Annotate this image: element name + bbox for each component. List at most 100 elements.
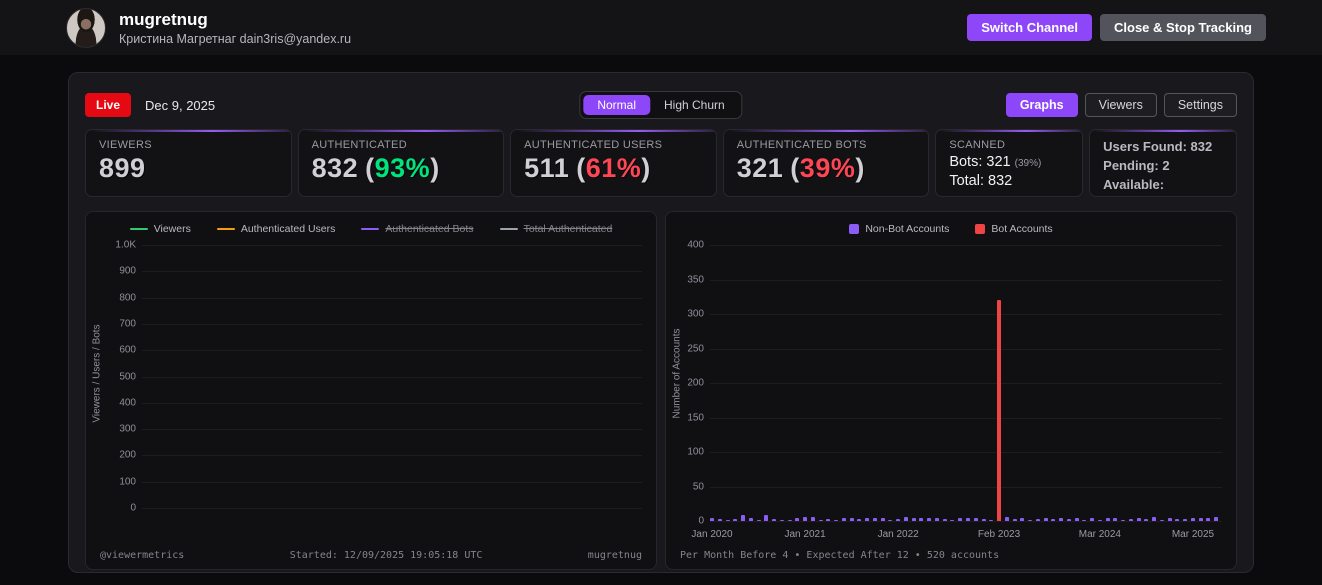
bar-non-bot — [1214, 516, 1219, 521]
y-tick-label: 500 — [119, 371, 136, 382]
legend-line-swatch — [216, 228, 235, 230]
auth-users-pct: 61% — [585, 153, 642, 183]
mode-high-churn-button[interactable]: High Churn — [650, 95, 739, 115]
gridline — [142, 455, 642, 457]
y-tick-label: 200 — [119, 449, 136, 461]
bar-non-bot — [888, 519, 893, 521]
legend-item-viewers[interactable]: Viewers — [129, 223, 191, 235]
bar-non-bot — [764, 515, 769, 521]
legend-item-bot-accounts[interactable]: Bot Accounts — [975, 223, 1053, 235]
bar-non-bot — [872, 518, 877, 521]
legend-label: Viewers — [153, 223, 191, 235]
gridline — [142, 508, 642, 509]
bar-non-bot — [973, 518, 978, 521]
panel-toolbar: Live Dec 9, 2025 Normal High Churn Graph… — [85, 91, 1237, 119]
gridline — [142, 323, 642, 325]
authenticated-count: 832 — [311, 153, 359, 183]
watermark-channel: mugretnug — [587, 550, 642, 561]
scanned-total-label: Total: — [949, 173, 984, 189]
gridline — [142, 376, 642, 378]
legend-square-swatch — [849, 224, 860, 234]
y-tick-label: 350 — [687, 274, 704, 285]
mode-normal-button[interactable]: Normal — [583, 95, 650, 115]
y-tick-label: 50 — [692, 481, 704, 492]
stat-card-auth-bots: AUTHENTICATED BOTS 321 (39%) — [722, 129, 930, 197]
bar-non-bot — [1051, 518, 1056, 521]
bar-non-bot — [1035, 518, 1040, 521]
close-stop-tracking-button[interactable]: Close & Stop Tracking — [1100, 14, 1266, 41]
legend-item-total-authenticated[interactable]: Total Authenticated — [499, 223, 613, 235]
gridline — [710, 279, 1222, 281]
bar-non-bot — [748, 517, 753, 521]
tab-viewers[interactable]: Viewers — [1084, 93, 1157, 117]
y-tick-label: 100 — [687, 446, 704, 458]
stat-label: AUTHENTICATED USERS — [524, 139, 663, 151]
scanned-total-value: 832 — [988, 173, 1013, 189]
date-label: Dec 9, 2025 — [145, 97, 216, 113]
bar-chart-footer-text: Per Month Before 4 • Expected After 12 •… — [680, 550, 1000, 561]
bar-non-bot — [779, 519, 784, 521]
bar-non-bot — [1121, 519, 1126, 521]
bar-non-bot — [1152, 516, 1157, 521]
top-bar: mugretnug Кристина Магретнаг dain3ris@ya… — [0, 0, 1322, 55]
tab-graphs[interactable]: Graphs — [1005, 93, 1078, 117]
stat-card-scanned: SCANNED Bots: 321 (39%) Total: 832 — [935, 129, 1084, 197]
bar-non-bot — [1175, 518, 1180, 521]
available-line: Available: 4268/5000 — [1103, 176, 1165, 196]
stats-row: VIEWERS 899 AUTHENTICATED 832 (93%) AUTHE… — [85, 129, 1237, 197]
y-tick-label: 250 — [687, 343, 704, 354]
y-tick-label: 400 — [119, 397, 136, 409]
users-found-line: Users Found: 832 — [1103, 139, 1213, 154]
paren-close: ) — [641, 153, 651, 183]
legend-item-authenticated-bots[interactable]: Authenticated Bots — [361, 223, 474, 235]
gridline — [710, 521, 1222, 522]
bar-non-bot — [1159, 519, 1164, 521]
bar-non-bot — [865, 518, 870, 521]
paren-open: ( — [576, 153, 586, 183]
bar-chart-footer: Per Month Before 4 • Expected After 12 •… — [680, 550, 1222, 561]
legend-item-authenticated-users[interactable]: Authenticated Users — [216, 223, 335, 235]
scanned-bots-line: Bots: 321 (39%) — [949, 154, 1069, 170]
auth-bots-count: 321 — [736, 153, 784, 183]
bar-bot — [997, 299, 1002, 521]
bar-non-bot — [1190, 517, 1195, 521]
stat-label: VIEWERS — [99, 139, 152, 151]
bar-non-bot — [826, 518, 831, 521]
bar-non-bot — [741, 514, 746, 521]
stat-value: 321 (39%) — [737, 153, 916, 184]
y-tick-label: 700 — [119, 318, 136, 330]
y-tick-label: 300 — [687, 308, 704, 320]
churn-mode-toggle: Normal High Churn — [579, 91, 743, 119]
avatar — [66, 7, 106, 48]
bar-non-bot — [710, 518, 714, 521]
legend-label: Total Authenticated — [523, 223, 613, 235]
stat-card-summary: Users Found: 832 Pending: 2 Available: 4… — [1089, 129, 1237, 197]
stat-value: 899 — [99, 153, 278, 184]
bar-non-bot — [903, 516, 908, 521]
y-tick-label: 400 — [687, 239, 704, 251]
gridline — [142, 245, 642, 246]
auth-users-count: 511 — [524, 153, 570, 183]
viewers-count: 899 — [99, 153, 146, 183]
bar-non-bot — [795, 518, 800, 521]
tab-settings[interactable]: Settings — [1163, 93, 1237, 117]
bar-non-bot — [725, 519, 730, 521]
gridline — [142, 350, 642, 352]
bar-non-bot — [1090, 518, 1095, 521]
y-tick-label: 800 — [119, 292, 136, 304]
legend-label: Non-Bot Accounts — [865, 223, 950, 235]
legend-label: Authenticated Bots — [385, 223, 474, 235]
bar-non-bot — [1020, 517, 1025, 521]
switch-channel-button[interactable]: Switch Channel — [967, 14, 1093, 41]
gridline — [710, 245, 1222, 246]
legend-item-non-bot-accounts[interactable]: Non-Bot Accounts — [849, 223, 949, 235]
bar-non-bot — [1082, 519, 1087, 521]
authenticated-pct: 93% — [374, 153, 431, 183]
paren-open: ( — [790, 153, 800, 183]
y-tick-label: 600 — [119, 344, 136, 356]
bar-non-bot — [787, 519, 792, 521]
gridline — [710, 452, 1222, 453]
bar-non-bot — [1066, 518, 1071, 521]
line-chart-legend: Viewers Authenticated Users Authenticated … — [86, 223, 656, 235]
bar-non-bot — [1198, 518, 1203, 521]
